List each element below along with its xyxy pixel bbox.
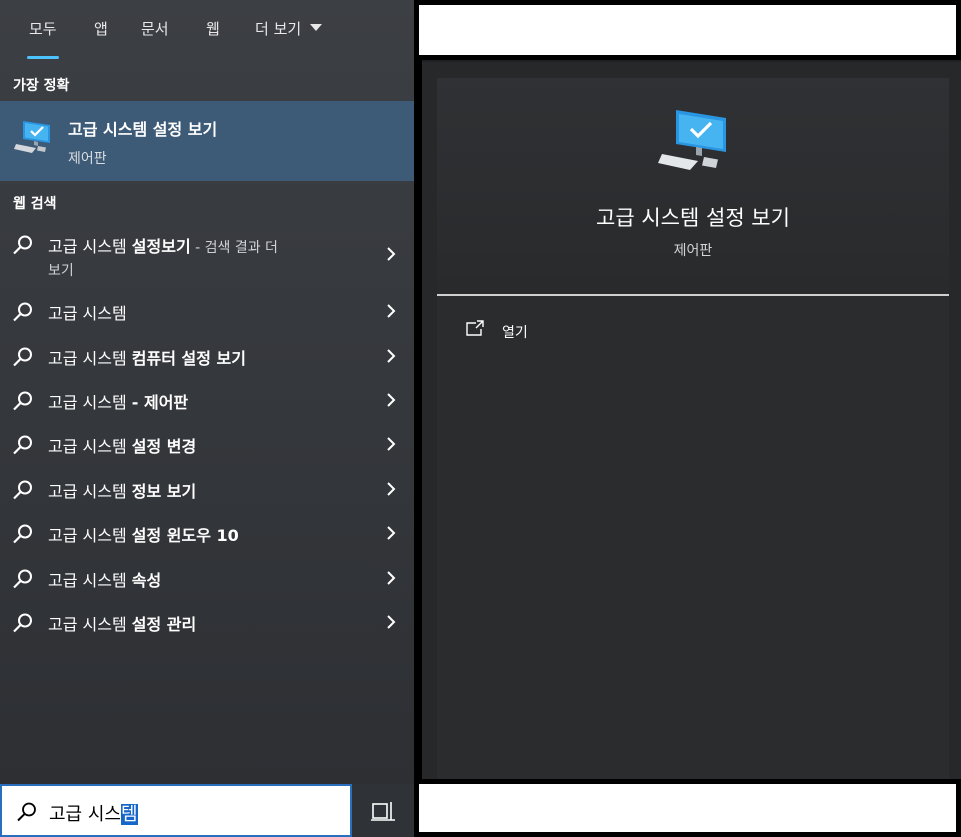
preview-title: 고급 시스템 설정 보기 <box>596 206 790 230</box>
web-result-prefix: 고급 시스템 <box>48 393 132 412</box>
web-result-text: 고급 시스템 설정 변경 <box>48 433 196 457</box>
web-result-text: 고급 시스템 컴퓨터 설정 보기 <box>48 345 246 369</box>
web-result-text: 고급 시스템 정보 보기 <box>48 478 196 502</box>
open-action-label: 열기 <box>502 325 528 341</box>
web-result-text: 고급 시스템 <box>48 300 127 324</box>
search-input[interactable]: 고급 시스템 <box>0 784 352 837</box>
web-result-bold: 설정보기 <box>131 237 191 256</box>
filter-tabs: 모두 앱 문서 웹 더 보기 <box>0 0 422 62</box>
web-result-line2: 보기 <box>48 263 74 279</box>
redacted-region <box>414 0 961 60</box>
chevron-right-icon <box>387 482 396 496</box>
chevron-right-icon <box>387 247 396 261</box>
search-icon <box>13 569 32 589</box>
web-search-heading: 웹 검색 <box>13 196 57 212</box>
web-result-bold: 컴퓨터 설정 보기 <box>131 349 246 368</box>
preview-subtitle: 제어판 <box>673 243 713 259</box>
task-view-button[interactable] <box>352 784 414 837</box>
chevron-right-icon <box>387 304 396 318</box>
tab-apps[interactable]: 앱 <box>94 18 108 42</box>
web-result-text: 고급 시스템 - 제어판 <box>48 389 188 413</box>
preview-divider <box>437 294 949 296</box>
web-result-prefix: 고급 시스템 <box>48 304 127 323</box>
best-match-title: 고급 시스템 설정 보기 <box>68 120 218 139</box>
web-result-prefix: 고급 시스템 <box>48 482 132 501</box>
chevron-right-icon <box>387 349 396 363</box>
web-result-text: 고급 시스템 설정 윈도우 10 <box>48 522 239 546</box>
tab-all[interactable]: 모두 <box>27 18 59 59</box>
caret-down-icon <box>309 24 322 31</box>
tab-web[interactable]: 웹 <box>206 18 220 42</box>
web-result-bold: 설정 관리 <box>131 615 197 634</box>
best-match-heading: 가장 정확 <box>13 78 70 94</box>
web-result-prefix: 고급 시스템 <box>48 349 132 368</box>
web-result-item[interactable]: 고급 시스템 설정 변경 <box>0 422 422 466</box>
search-selected-text: 템 <box>120 804 138 825</box>
web-result-bold: 속성 <box>131 571 162 590</box>
chevron-right-icon <box>387 526 396 540</box>
open-action[interactable]: 열기 <box>465 318 665 346</box>
web-result-item[interactable]: 고급 시스템 속성 <box>0 556 422 600</box>
search-input-text[interactable]: 고급 시스템 <box>49 800 138 826</box>
search-icon <box>13 391 32 411</box>
search-typed-text: 고급 시스 <box>49 804 121 825</box>
search-icon <box>13 613 32 633</box>
web-result-prefix: 고급 시스템 <box>48 237 132 256</box>
web-result-text: 고급 시스템 속성 <box>48 567 161 591</box>
web-result-bold: 설정 윈도우 10 <box>131 526 239 545</box>
web-result-bold: 설정 변경 <box>131 437 197 456</box>
task-view-icon <box>371 802 395 821</box>
tab-more[interactable]: 더 보기 <box>255 18 322 42</box>
web-result-bold: 정보 보기 <box>131 482 197 501</box>
search-results-pane: 모두 앱 문서 웹 더 보기 가장 정확 고급 시스템 설정 보기 제어판 웹 … <box>0 0 422 784</box>
best-match-item[interactable]: 고급 시스템 설정 보기 제어판 <box>0 101 422 181</box>
search-icon <box>13 235 32 255</box>
best-match-subtitle: 제어판 <box>68 151 107 167</box>
pane-divider <box>414 55 422 784</box>
search-icon <box>13 480 32 500</box>
computer-monitor-check-icon <box>14 121 50 153</box>
web-result-text: 고급 시스템 설정보기 - 검색 결과 더 <box>48 233 278 257</box>
preview-pane: 고급 시스템 설정 보기 제어판 열기 <box>437 78 949 784</box>
web-result-item[interactable]: 고급 시스템 설정보기 - 검색 결과 더 보기 <box>0 222 422 286</box>
open-external-icon <box>466 320 484 336</box>
search-icon <box>13 524 32 544</box>
web-result-text: 고급 시스템 설정 관리 <box>48 611 196 635</box>
web-result-item[interactable]: 고급 시스템 컴퓨터 설정 보기 <box>0 334 422 378</box>
web-result-prefix: 고급 시스템 <box>48 615 132 634</box>
tab-documents[interactable]: 문서 <box>141 18 169 42</box>
search-icon <box>13 347 32 367</box>
web-result-item[interactable]: 고급 시스템 설정 관리 <box>0 600 422 644</box>
tab-more-label: 더 보기 <box>255 20 302 38</box>
web-result-item[interactable]: 고급 시스템 - 제어판 <box>0 378 422 422</box>
search-icon <box>17 802 36 822</box>
web-result-bold: - 제어판 <box>131 393 189 412</box>
web-result-prefix: 고급 시스템 <box>48 437 132 456</box>
chevron-right-icon <box>387 571 396 585</box>
search-icon <box>13 302 32 322</box>
redacted-region <box>414 779 961 837</box>
chevron-right-icon <box>387 393 396 407</box>
web-result-item[interactable]: 고급 시스템 정보 보기 <box>0 467 422 511</box>
computer-monitor-check-icon <box>658 110 726 170</box>
search-icon <box>13 435 32 455</box>
web-result-prefix: 고급 시스템 <box>48 526 132 545</box>
web-result-suffix: - 검색 결과 더 <box>190 240 278 256</box>
chevron-right-icon <box>387 437 396 451</box>
web-result-item[interactable]: 고급 시스템 <box>0 289 422 333</box>
web-result-item[interactable]: 고급 시스템 설정 윈도우 10 <box>0 511 422 555</box>
web-result-prefix: 고급 시스템 <box>48 571 132 590</box>
chevron-right-icon <box>387 615 396 629</box>
